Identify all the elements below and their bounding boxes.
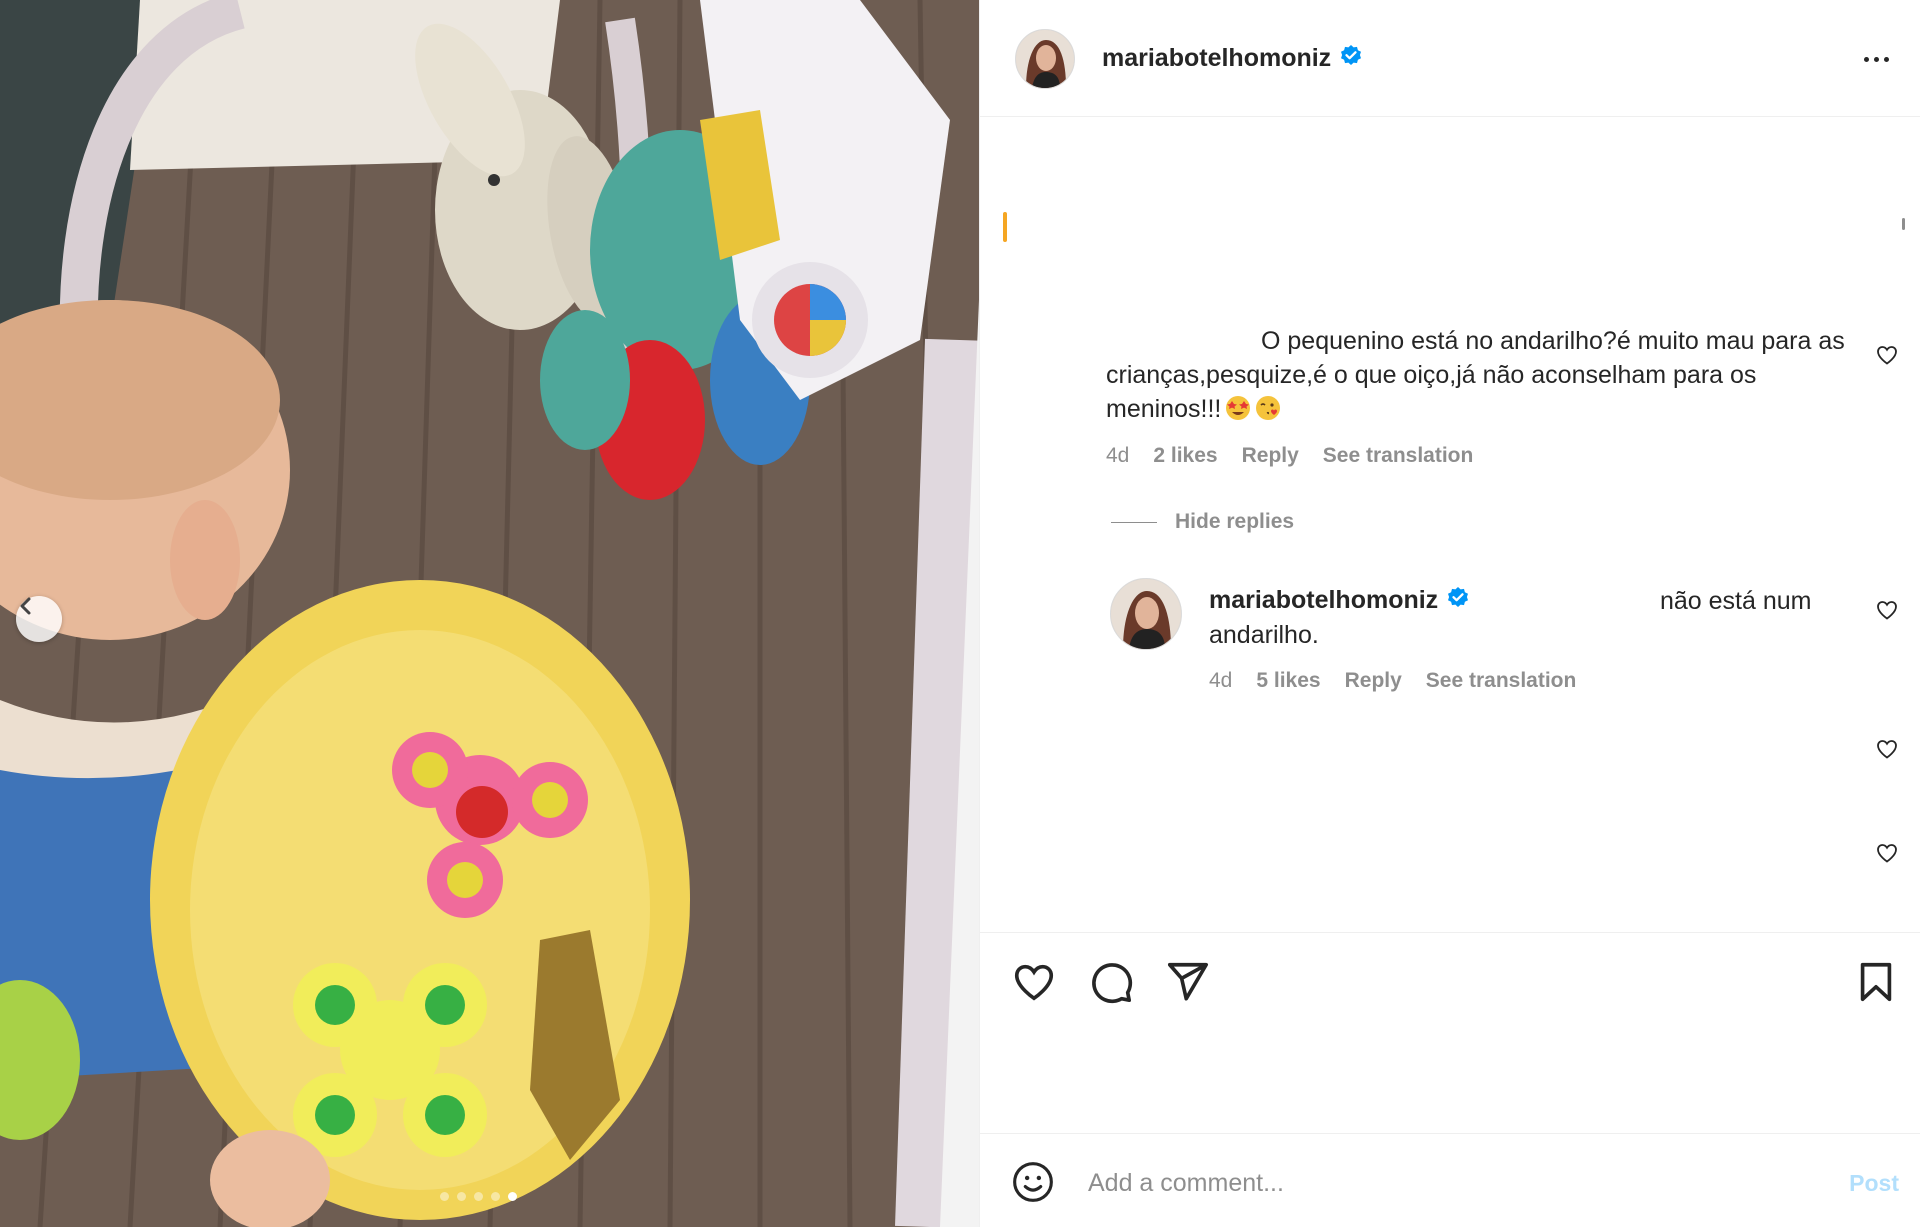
hide-replies-label[interactable]: Hide replies (1175, 510, 1294, 534)
carousel-dot-active (508, 1192, 517, 1201)
post-media (0, 0, 979, 1227)
reply-age: 4d (1209, 669, 1233, 692)
author-username[interactable]: mariabotelhomoniz (1102, 44, 1363, 75)
author-username-text[interactable]: mariabotelhomoniz (1102, 44, 1331, 72)
like-comment-heart-icon[interactable] (1875, 841, 1899, 865)
verified-badge-icon (1446, 586, 1470, 617)
more-dot (1883, 56, 1889, 62)
reply-likes[interactable]: 5 likes (1256, 669, 1320, 693)
reply-text-line-2: andarilho. (1209, 621, 1319, 649)
carousel-dot (457, 1192, 466, 1201)
comment-reply-button[interactable]: Reply (1242, 444, 1299, 468)
more-horizontal-icon (1863, 56, 1869, 62)
reply-author-username[interactable]: mariabotelhomoniz (1209, 586, 1470, 617)
comment-meta: 4d 2 likes Reply See translation (1106, 444, 1473, 468)
comment-icon[interactable] (1088, 959, 1134, 1005)
bookmark-icon[interactable] (1853, 959, 1899, 1005)
story-ring-edge (1003, 212, 1007, 242)
face-blowing-kiss-emoji-icon (1255, 395, 1281, 421)
carousel-dot (474, 1192, 483, 1201)
comment-composer: Post (980, 1133, 1920, 1228)
carousel-dot (491, 1192, 500, 1201)
more-dot (1873, 56, 1879, 62)
comment-age: 4d (1106, 444, 1130, 467)
verified-badge-icon (1339, 44, 1363, 75)
heart-icon[interactable] (1011, 959, 1057, 1005)
reply-username-text[interactable]: mariabotelhomoniz (1209, 586, 1438, 614)
carousel-dot (440, 1192, 449, 1201)
send-icon[interactable] (1164, 959, 1210, 1005)
reply-author-avatar[interactable] (1110, 578, 1182, 650)
carousel-indicator (440, 1192, 517, 1201)
post-comment-button[interactable]: Post (1849, 1170, 1899, 1197)
comments-panel: mariabotelhomoniz O pequenino está no an… (979, 0, 1920, 1227)
scroll-indicator (1902, 218, 1905, 230)
comment-input[interactable] (1086, 1162, 1770, 1204)
post-header: mariabotelhomoniz (980, 0, 1920, 117)
like-comment-heart-icon[interactable] (1875, 737, 1899, 761)
reply-reply-button[interactable]: Reply (1345, 669, 1402, 693)
post-action-bar (980, 932, 1920, 1133)
reply-see-translation[interactable]: See translation (1426, 669, 1577, 693)
carousel-prev-button[interactable] (16, 596, 62, 642)
comment-text: O pequenino está no andarilho?é muito ma… (1106, 327, 1845, 423)
reply-meta: 4d 5 likes Reply See translation (1209, 669, 1576, 693)
comment-likes[interactable]: 2 likes (1153, 444, 1217, 468)
comment-see-translation[interactable]: See translation (1323, 444, 1474, 468)
hide-replies-button[interactable]: Hide replies (1111, 510, 1294, 534)
author-avatar[interactable] (1015, 29, 1075, 89)
comment-body: O pequenino está no andarilho?é muito ma… (1106, 324, 1846, 426)
chevron-left-icon (20, 597, 31, 615)
divider (1111, 521, 1157, 523)
like-comment-heart-icon[interactable] (1875, 343, 1899, 367)
emoji-icon[interactable] (1011, 1160, 1055, 1204)
avatar-image (1016, 30, 1074, 88)
more-options-button[interactable] (1855, 44, 1897, 74)
star-struck-emoji-icon (1225, 395, 1251, 421)
avatar-image (1111, 579, 1181, 649)
like-reply-heart-icon[interactable] (1875, 598, 1899, 622)
post-photo (0, 0, 979, 1227)
reply-text-line-1: não está num (1660, 587, 1812, 615)
